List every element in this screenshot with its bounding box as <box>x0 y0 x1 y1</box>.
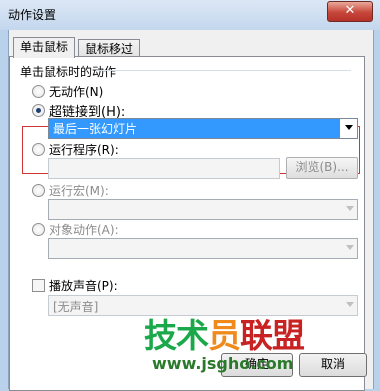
chevron-down-icon <box>346 206 354 211</box>
play-sound-label: 播放声音(P): <box>49 279 118 293</box>
sound-select[interactable]: [无声音] <box>48 295 358 316</box>
window-title: 动作设置 <box>8 8 57 22</box>
group-label: 单击鼠标时的动作 <box>20 65 117 79</box>
object-action-select[interactable] <box>48 238 358 259</box>
radio-run-macro-label: 运行宏(M): <box>49 184 109 198</box>
radio-button[interactable] <box>32 184 45 197</box>
macro-select[interactable] <box>48 199 358 220</box>
radio-button[interactable] <box>32 85 45 98</box>
radio-button[interactable] <box>32 104 45 117</box>
hyperlink-select-value: 最后一张幻灯片 <box>53 122 138 136</box>
dropdown-button[interactable] <box>340 119 357 138</box>
sound-select-value: [无声音] <box>53 300 99 314</box>
close-icon: ✕ <box>344 3 356 18</box>
program-path-input[interactable] <box>48 158 280 179</box>
radio-run-program-label: 运行程序(R): <box>49 143 119 157</box>
group-separator <box>96 70 351 71</box>
radio-run-program[interactable]: 运行程序(R): <box>32 141 119 158</box>
radio-run-macro[interactable]: 运行宏(M): <box>32 182 109 199</box>
browse-button[interactable]: 浏览(B)... <box>286 157 358 179</box>
chevron-down-icon <box>346 302 354 307</box>
chevron-down-icon <box>345 125 353 130</box>
play-sound-checkbox[interactable] <box>32 279 45 292</box>
chevron-down-icon <box>346 245 354 250</box>
radio-button[interactable] <box>32 143 45 156</box>
watermark-logo-text: 技术员联盟 <box>144 316 305 355</box>
dropdown-button[interactable] <box>340 296 357 315</box>
tab-click[interactable]: 单击鼠标 <box>13 37 76 58</box>
radio-object-action[interactable]: 对象动作(A): <box>32 221 119 238</box>
hyperlink-select[interactable]: 最后一张幻灯片 <box>48 118 358 139</box>
close-button[interactable]: ✕ <box>327 1 373 22</box>
radio-object-action-label: 对象动作(A): <box>49 223 119 237</box>
watermark-logo: 技术员联盟 www.jsgho.com <box>144 318 364 386</box>
radio-button[interactable] <box>32 223 45 236</box>
watermark-url: www.jsgho.com <box>152 354 294 373</box>
radio-none[interactable]: 无动作(N) <box>32 83 103 100</box>
title-bar: 动作设置 ✕ <box>0 0 380 30</box>
radio-none-label: 无动作(N) <box>49 85 104 99</box>
play-sound-checkbox-row[interactable]: 播放声音(P): <box>32 277 118 294</box>
